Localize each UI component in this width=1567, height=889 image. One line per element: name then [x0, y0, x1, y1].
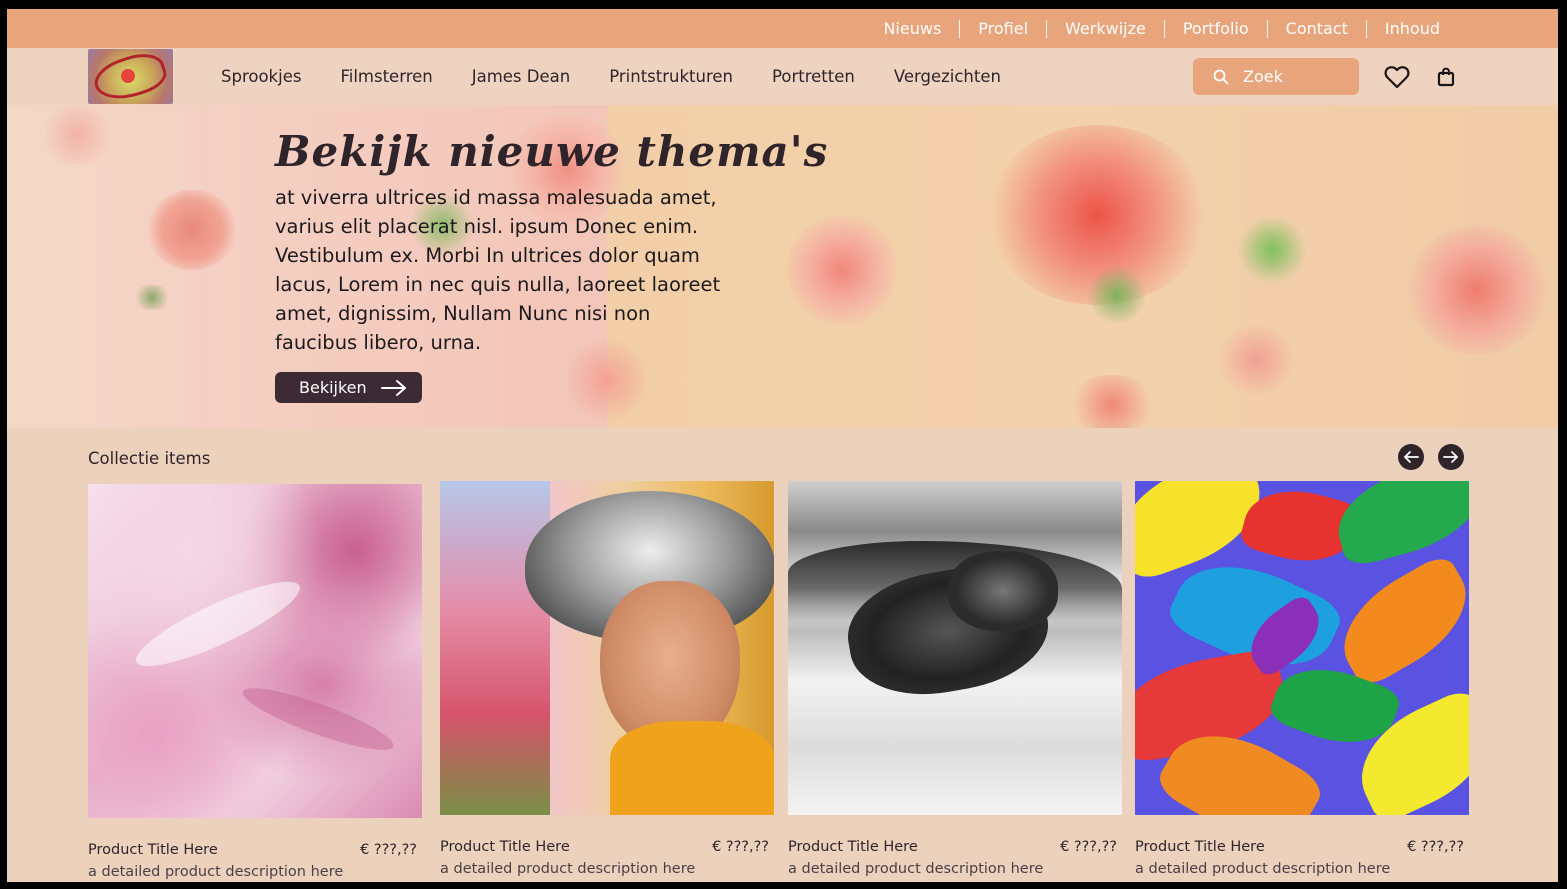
- product-title[interactable]: Product Title Here: [788, 839, 918, 855]
- carousel-next-button[interactable]: [1438, 444, 1464, 470]
- topnav-item-contact[interactable]: Contact: [1268, 19, 1366, 38]
- category-vergezichten[interactable]: Vergezichten: [894, 67, 1001, 86]
- heart-icon[interactable]: [1384, 65, 1410, 89]
- topnav-divider: [959, 19, 961, 38]
- arrow-right-icon: [1443, 451, 1458, 463]
- shopping-bag-icon[interactable]: [1437, 67, 1455, 87]
- topnav-divider: [1365, 19, 1367, 38]
- logo-dot: [121, 69, 135, 83]
- product-description: a detailed product description here: [440, 861, 696, 877]
- top-utility-bar: Nieuws Profiel Werkwijze Portfolio Conta…: [7, 9, 1558, 48]
- product-description: a detailed product description here: [88, 864, 344, 880]
- product-price: € ???,??: [360, 842, 417, 858]
- category-filmsterren[interactable]: Filmsterren: [340, 67, 432, 86]
- product-image-woman-hat[interactable]: [440, 481, 774, 815]
- art-bird: [1327, 481, 1469, 570]
- topnav-item-profiel[interactable]: Profiel: [960, 19, 1046, 38]
- topnav-item-werkwijze[interactable]: Werkwijze: [1047, 19, 1164, 38]
- hero-flower: [1407, 225, 1547, 355]
- top-nav: Nieuws Profiel Werkwijze Portfolio Conta…: [865, 9, 1458, 48]
- carousel-prev-button[interactable]: [1398, 444, 1424, 470]
- hero-flower: [1217, 325, 1297, 395]
- hero-banner: Bekijk nieuwe thema's at viverra ultrice…: [7, 105, 1558, 428]
- page-frame: Nieuws Profiel Werkwijze Portfolio Conta…: [7, 9, 1558, 882]
- product-price: € ???,??: [1060, 839, 1117, 855]
- hero-flower: [1067, 375, 1157, 428]
- product-price: € ???,??: [1407, 839, 1464, 855]
- art-bird: [1324, 551, 1469, 691]
- topnav-item-portfolio[interactable]: Portfolio: [1165, 19, 1267, 38]
- view-button[interactable]: Bekijken: [275, 372, 422, 403]
- hero-leaf: [1237, 215, 1307, 285]
- art-stroke: [127, 567, 309, 681]
- art-object: [948, 551, 1058, 631]
- topnav-item-nieuws[interactable]: Nieuws: [865, 19, 959, 38]
- topnav-divider: [1163, 19, 1165, 38]
- product-image-colorful-birds[interactable]: [1135, 481, 1469, 815]
- category-printstrukturen[interactable]: Printstrukturen: [609, 67, 733, 86]
- main-nav-bar: Sprookjes Filmsterren James Dean Printst…: [7, 48, 1558, 105]
- search-input[interactable]: [1243, 67, 1343, 86]
- art-building: [440, 481, 550, 815]
- hero-leaf: [132, 285, 172, 310]
- topnav-divider: [1266, 19, 1268, 38]
- search-icon: [1213, 69, 1229, 84]
- hero-flower: [147, 190, 237, 270]
- arrow-right-icon: [380, 379, 406, 396]
- product-title[interactable]: Product Title Here: [1135, 839, 1265, 855]
- collection-title: Collectie items: [88, 449, 211, 468]
- category-james-dean[interactable]: James Dean: [472, 67, 570, 86]
- product-title[interactable]: Product Title Here: [88, 842, 218, 858]
- category-sprookjes[interactable]: Sprookjes: [221, 67, 301, 86]
- arrow-left-icon: [1404, 451, 1419, 463]
- product-image-pink-abstract[interactable]: [88, 484, 422, 818]
- view-button-label: Bekijken: [299, 378, 367, 397]
- hero-title: Bekijk nieuwe thema's: [275, 127, 829, 176]
- site-logo[interactable]: [88, 49, 173, 104]
- category-portretten[interactable]: Portretten: [772, 67, 855, 86]
- topnav-divider: [1046, 19, 1048, 38]
- product-description: a detailed product description here: [1135, 861, 1391, 877]
- topnav-item-inhoud[interactable]: Inhoud: [1367, 19, 1458, 38]
- art-stroke: [237, 677, 399, 761]
- hero-text: at viverra ultrices id massa malesuada a…: [275, 186, 721, 354]
- product-description: a detailed product description here: [788, 861, 1044, 877]
- search-box[interactable]: [1193, 58, 1359, 95]
- hero-flower: [37, 105, 117, 165]
- product-title[interactable]: Product Title Here: [440, 839, 570, 855]
- product-image-bw-print[interactable]: [788, 481, 1122, 815]
- art-collar: [610, 721, 774, 815]
- hero-leaf: [1087, 265, 1147, 325]
- category-nav: Sprookjes Filmsterren James Dean Printst…: [221, 48, 1040, 105]
- product-price: € ???,??: [712, 839, 769, 855]
- hero-flower: [787, 215, 897, 325]
